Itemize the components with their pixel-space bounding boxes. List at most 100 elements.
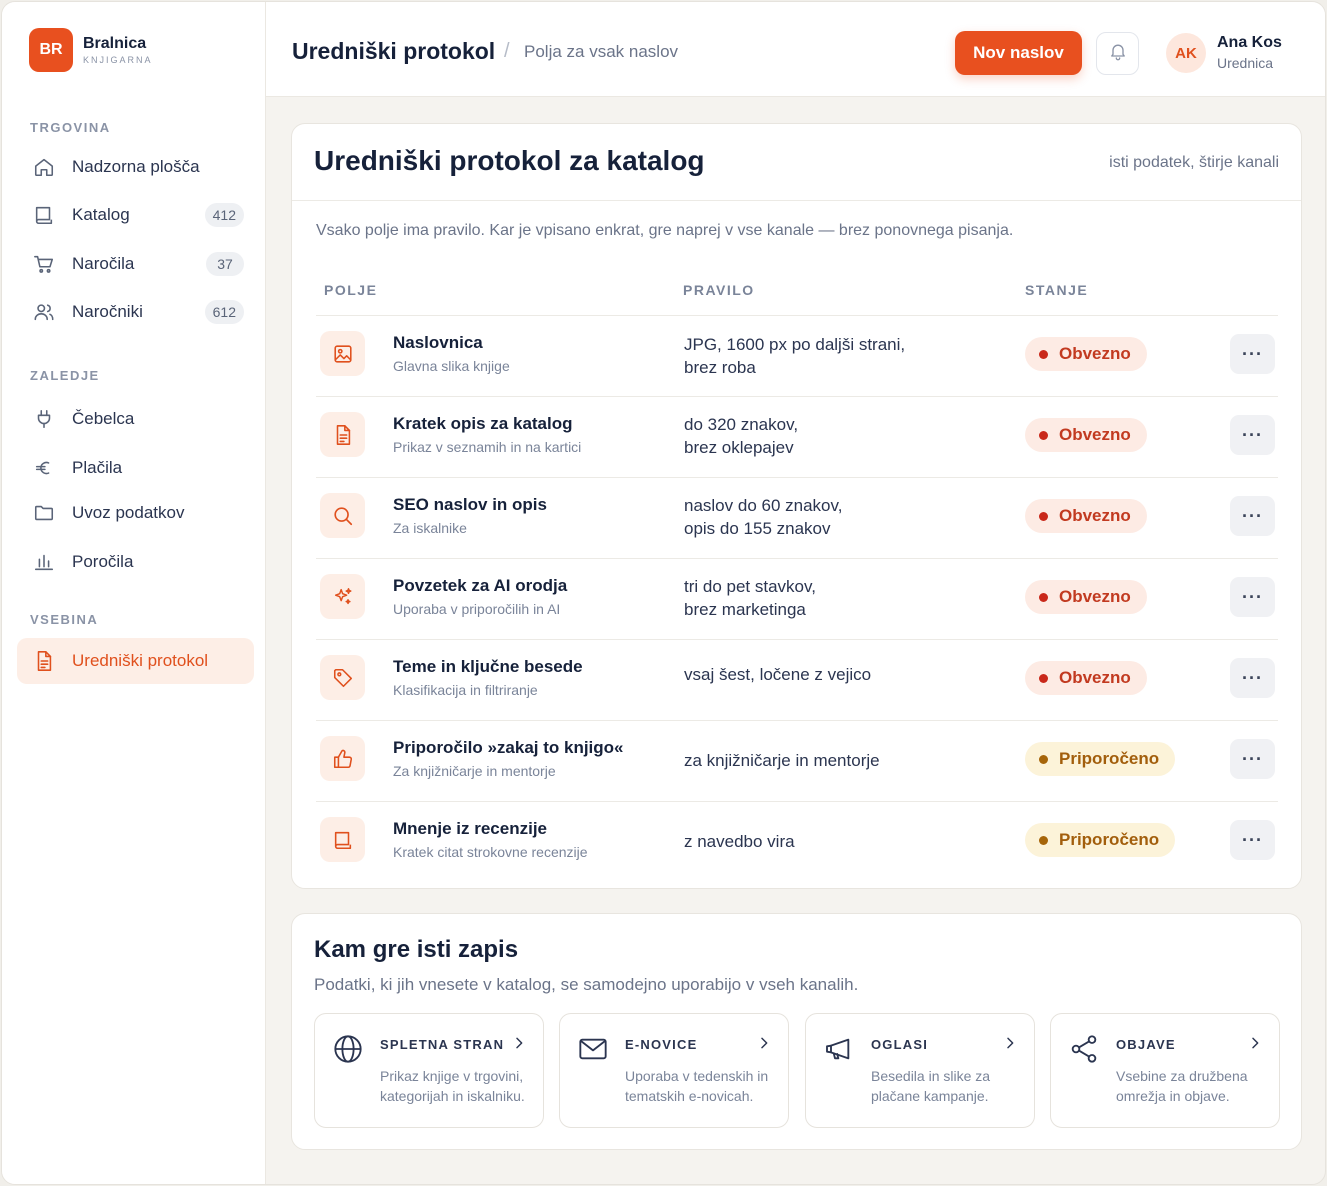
field-rule: JPG, 1600 px po daljši strani, brez roba bbox=[684, 335, 906, 377]
column-header-stanje[interactable]: STANJE bbox=[1025, 282, 1088, 298]
status-badge: Obvezno bbox=[1025, 580, 1147, 614]
tag-icon bbox=[320, 655, 365, 700]
channel-card-oglasi[interactable]: OGLASI Besedila in slike za plačane kamp… bbox=[805, 1013, 1035, 1128]
sidebar-item-uredniski-protokol[interactable]: Uredniški protokol bbox=[17, 638, 254, 684]
field-name: SEO naslov in opis bbox=[393, 495, 547, 514]
field-rule: naslov do 60 znakov, opis do 155 znakov bbox=[684, 496, 843, 538]
sidebar-item-nadzorna-plosca[interactable]: Nadzorna plošča bbox=[17, 144, 254, 190]
more-button[interactable]: ··· bbox=[1230, 820, 1275, 860]
status-dot bbox=[1039, 430, 1048, 440]
count-badge: 37 bbox=[206, 252, 244, 276]
search-icon bbox=[320, 493, 365, 538]
field-rule: tri do pet stavkov, brez marketinga bbox=[684, 577, 816, 619]
breadcrumb-separator: / bbox=[504, 40, 510, 62]
chevron-right-icon bbox=[1002, 1035, 1018, 1056]
home-icon bbox=[32, 155, 56, 179]
field-name: Mnenje iz recenzije bbox=[393, 819, 547, 838]
megaphone-icon bbox=[823, 1033, 855, 1065]
brand-subtitle: KNJIGARNA bbox=[83, 55, 153, 65]
chevron-right-icon bbox=[511, 1035, 527, 1056]
sidebar-item-label: Uvoz podatkov bbox=[72, 503, 185, 522]
mail-icon bbox=[577, 1033, 609, 1065]
status-dot bbox=[1039, 673, 1048, 683]
field-description: Za iskalnike bbox=[393, 520, 467, 536]
sidebar-item-label: Plačila bbox=[72, 458, 123, 477]
euro-icon bbox=[32, 456, 56, 480]
field-name: Priporočilo »zakaj to knjigo« bbox=[393, 738, 624, 757]
more-button[interactable]: ··· bbox=[1230, 577, 1275, 617]
bell-icon bbox=[1108, 41, 1128, 66]
sparkles-icon bbox=[320, 574, 365, 619]
channel-name: OGLASI bbox=[871, 1037, 929, 1052]
more-button[interactable]: ··· bbox=[1230, 496, 1275, 536]
sidebar-item-label: Nadzorna plošča bbox=[72, 157, 200, 176]
protocol-table: Naslovnica Glavna slika knjige JPG, 1600… bbox=[316, 315, 1278, 882]
table-row[interactable]: Naslovnica Glavna slika knjige JPG, 1600… bbox=[316, 315, 1278, 396]
more-button[interactable]: ··· bbox=[1230, 658, 1275, 698]
new-title-button[interactable]: Nov naslov bbox=[955, 31, 1082, 75]
sidebar-item-label: Uredniški protokol bbox=[72, 651, 209, 670]
channel-card-e-novice[interactable]: E-NOVICE Uporaba v tedenskih in tematski… bbox=[559, 1013, 789, 1128]
more-button[interactable]: ··· bbox=[1230, 739, 1275, 779]
status-badge: Priporočeno bbox=[1025, 823, 1176, 857]
sidebar-item-placila[interactable]: Plačila bbox=[17, 445, 254, 491]
channel-name: SPLETNA STRAN bbox=[380, 1037, 505, 1052]
column-header-pravilo[interactable]: PRAVILO bbox=[683, 282, 755, 298]
table-row[interactable]: Priporočilo »zakaj to knjigo« Za knjižni… bbox=[316, 720, 1278, 801]
more-button[interactable]: ··· bbox=[1230, 415, 1275, 455]
channel-description: Prikaz knjige v trgovini, kategorijah in… bbox=[380, 1068, 525, 1104]
users-icon bbox=[32, 300, 56, 324]
table-row[interactable]: SEO naslov in opis Za iskalnike naslov d… bbox=[316, 477, 1278, 558]
protocol-description: Vsako polje ima pravilo. Kar je vpisano … bbox=[316, 222, 1014, 239]
status-badge: Obvezno bbox=[1025, 418, 1147, 452]
table-row[interactable]: Povzetek za AI orodja Uporaba v priporoč… bbox=[316, 558, 1278, 639]
status-badge: Priporočeno bbox=[1025, 742, 1176, 776]
sidebar-item-cebelca[interactable]: Čebelca bbox=[17, 396, 254, 442]
folder-icon bbox=[32, 501, 56, 525]
table-row[interactable]: Kratek opis za katalog Prikaz v seznamih… bbox=[316, 396, 1278, 477]
field-description: Klasifikacija in filtriranje bbox=[393, 682, 538, 698]
notifications-button[interactable] bbox=[1096, 32, 1139, 75]
count-badge: 412 bbox=[204, 203, 244, 227]
table-row[interactable]: Teme in ključne besede Klasifikacija in … bbox=[316, 639, 1278, 720]
channel-card-spletna-stran[interactable]: SPLETNA STRAN Prikaz knjige v trgovini, … bbox=[314, 1013, 544, 1128]
channels-card: Kam gre isti zapis Podatki, ki jih vnese… bbox=[291, 913, 1302, 1150]
avatar[interactable]: AK bbox=[1166, 33, 1206, 73]
sidebar-item-uvoz-podatkov[interactable]: Uvoz podatkov bbox=[17, 490, 254, 536]
sidebar-item-narocniki[interactable]: Naročniki 612 bbox=[17, 289, 254, 335]
status-badge: Obvezno bbox=[1025, 499, 1147, 533]
status-dot bbox=[1039, 592, 1048, 602]
field-rule: z navedbo vira bbox=[684, 832, 795, 851]
sidebar-item-katalog[interactable]: Katalog 412 bbox=[17, 192, 254, 238]
breadcrumb[interactable]: Polja za vsak naslov bbox=[524, 42, 678, 62]
channel-card-objave[interactable]: OBJAVE Vsebine za družbena omrežja in ob… bbox=[1050, 1013, 1280, 1128]
sidebar-item-porocila[interactable]: Poročila bbox=[17, 539, 254, 585]
field-rule: vsaj šest, ločene z vejico bbox=[684, 665, 872, 684]
field-name: Kratek opis za katalog bbox=[393, 414, 573, 433]
sidebar-item-label: Naročniki bbox=[72, 302, 143, 321]
field-description: Glavna slika knjige bbox=[393, 358, 510, 374]
plug-icon bbox=[32, 407, 56, 431]
protocol-card: Uredniški protokol za katalog isti podat… bbox=[291, 123, 1302, 889]
status-badge: Obvezno bbox=[1025, 661, 1147, 695]
book-open-icon bbox=[320, 817, 365, 862]
field-rule: za knjižničarje in mentorje bbox=[684, 751, 880, 770]
channel-description: Besedila in slike za plačane kampanje. bbox=[871, 1068, 991, 1104]
bar-chart-icon bbox=[32, 550, 56, 574]
brand-name: Bralnica bbox=[83, 35, 147, 52]
column-header-polje[interactable]: POLJE bbox=[324, 282, 377, 298]
brand-logo: BR bbox=[29, 28, 73, 72]
nav-section-zaledje: ZALEDJE bbox=[30, 368, 100, 383]
sidebar-item-label: Naročila bbox=[72, 254, 135, 273]
channel-name: OBJAVE bbox=[1116, 1037, 1176, 1052]
table-row[interactable]: Mnenje iz recenzije Kratek citat strokov… bbox=[316, 801, 1278, 882]
file-text-icon bbox=[320, 412, 365, 457]
more-button[interactable]: ··· bbox=[1230, 334, 1275, 374]
field-name: Naslovnica bbox=[393, 333, 483, 352]
sidebar-item-narocila[interactable]: Naročila 37 bbox=[17, 241, 254, 287]
page-title: Uredniški protokol bbox=[292, 38, 496, 64]
sidebar-item-label: Poročila bbox=[72, 552, 134, 571]
brand[interactable]: BR Bralnica KNJIGARNA bbox=[29, 28, 153, 72]
status-badge: Obvezno bbox=[1025, 337, 1147, 371]
sidebar-item-label: Čebelca bbox=[72, 409, 135, 428]
